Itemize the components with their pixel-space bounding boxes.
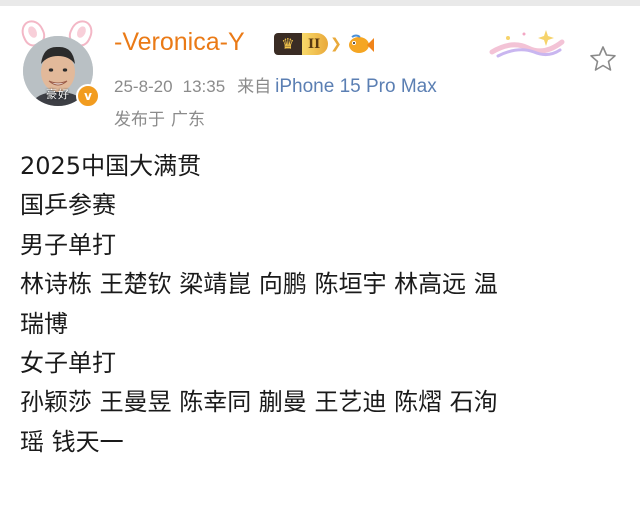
post-line: 瑞博 xyxy=(20,309,68,338)
post-time: 13:35 xyxy=(182,77,226,96)
post-location: 发布于 广东 xyxy=(114,105,205,130)
post-line: 瑶 钱天一 xyxy=(20,427,124,456)
crown-icon: ♛ xyxy=(274,33,302,55)
post-header: 豪好 v -Veronica-Y ♛ II ❯ 25-8-20 13:35 来自 iP… xyxy=(0,6,640,130)
source-label: 来自 xyxy=(237,77,272,96)
level-badge-label: II xyxy=(302,33,329,55)
location-label: 发布于 xyxy=(114,110,165,130)
chevron-right-icon: ❯ xyxy=(330,36,342,52)
post-body: 2025中国大满贯 国乒参赛 男子单打 林诗栋 王楚钦 梁靖崑 向鹏 陈垣宇 林… xyxy=(20,147,624,462)
verified-badge-icon: v xyxy=(76,84,100,108)
post-line: 女子单打 xyxy=(20,349,116,378)
location-value: 广东 xyxy=(171,110,205,130)
post-line: 国乒参赛 xyxy=(20,191,116,220)
username[interactable]: -Veronica-Y xyxy=(114,28,245,57)
post-line: 2025中国大满贯 xyxy=(20,152,202,180)
post-date: 25-8-20 xyxy=(114,77,173,96)
post-meta: 25-8-20 13:35 来自 iPhone 15 Pro Max xyxy=(114,72,437,98)
post-line: 孙颖莎 王曼昱 陈幸同 蒯曼 王艺迪 陈熠 石洵 xyxy=(20,388,498,417)
avatar-container[interactable]: 豪好 v xyxy=(14,16,100,112)
fish-emoji-icon xyxy=(349,34,374,53)
post-line: 林诗栋 王楚钦 梁靖崑 向鹏 陈垣宇 林高远 温 xyxy=(20,270,498,299)
star-outline-icon[interactable] xyxy=(588,44,618,74)
sparkle-decoration-icon xyxy=(489,30,565,58)
post-line: 男子单打 xyxy=(20,230,116,259)
source-device-link[interactable]: iPhone 15 Pro Max xyxy=(275,76,437,97)
level-badge[interactable]: ♛ II ❯ xyxy=(274,33,342,55)
